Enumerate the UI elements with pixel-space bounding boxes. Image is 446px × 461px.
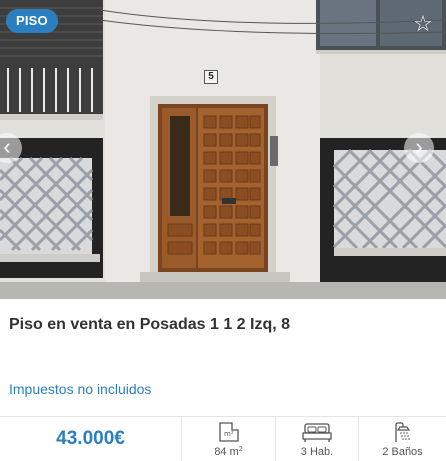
feature-rooms-value: 3 Hab. (300, 446, 334, 458)
feature-baths: 2 Baños (358, 417, 446, 461)
listing-title[interactable]: Piso en venta en Posadas 1 1 2 Izq, 8 (9, 316, 439, 334)
bed-icon (302, 421, 332, 443)
feature-area-value: 84 m2 (214, 446, 243, 458)
svg-text:m²: m² (224, 430, 234, 438)
feature-rooms: 3 Hab. (275, 417, 358, 461)
feature-baths-value: 2 Baños (382, 446, 423, 458)
chevron-right-icon[interactable]: › (404, 133, 434, 163)
favorite-star-icon[interactable]: ☆ (412, 13, 434, 35)
taxes-note: Impuestos no incluidos (9, 381, 152, 397)
facade-image (0, 0, 446, 299)
listing-footer: 43.000€ m² 84 m2 3 Hab. 2 Baños (0, 416, 446, 461)
property-type-badge: PISO (6, 9, 58, 33)
house-number-plate: 5 (204, 70, 218, 84)
shower-icon (392, 421, 414, 443)
property-photo[interactable]: 5 PISO ☆ ‹ › (0, 0, 446, 299)
feature-area: m² 84 m2 (181, 417, 275, 461)
price: 43.000€ (56, 428, 125, 449)
property-card[interactable]: 5 PISO ☆ ‹ › Piso en venta en Posadas 1 … (0, 0, 446, 461)
floor-plan-icon: m² (218, 421, 240, 443)
